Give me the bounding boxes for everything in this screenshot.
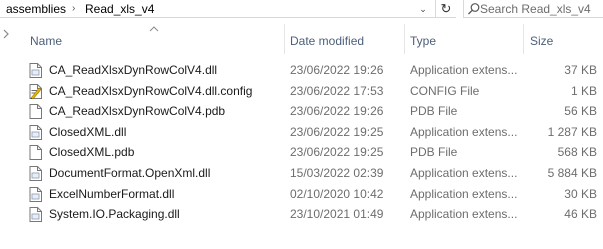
file-size: 46 KB: [564, 207, 597, 222]
dll-file-icon: [29, 124, 42, 140]
address-bar[interactable]: assemblies › Read_xls_v4 ⌄: [0, 0, 436, 18]
file-name: CA_ReadXlsxDynRowColV4.dll: [49, 63, 218, 77]
file-date-modified: 15/03/2022 02:39: [290, 165, 384, 180]
file-row[interactable]: System.IO.Packaging.dll 23/10/2021 01:49…: [0, 204, 603, 225]
address-dropdown-icon[interactable]: ⌄: [417, 3, 429, 15]
file-type: Application extens...: [410, 63, 518, 77]
file-row[interactable]: ClosedXML.dll 23/06/2022 19:25 Applicati…: [0, 122, 603, 143]
column-divider[interactable]: [523, 24, 524, 54]
file-name: CA_ReadXlsxDynRowColV4.dll.config: [49, 83, 253, 98]
sort-ascending-icon: [149, 26, 159, 32]
file-date-modified: 23/06/2022 19:26: [290, 63, 384, 77]
search-icon: [468, 3, 480, 15]
file-type: PDB File: [410, 145, 458, 160]
file-date-modified: 02/10/2020 10:42: [290, 186, 384, 201]
file-list: CA_ReadXlsxDynRowColV4.dll 23/06/2022 19…: [0, 60, 603, 225]
file-type: Application extens...: [410, 207, 518, 222]
file-row[interactable]: DocumentFormat.OpenXml.dll 15/03/2022 02…: [0, 163, 603, 184]
file-explorer-window: assemblies › Read_xls_v4 ⌄ ↻ Name Date m…: [0, 0, 603, 249]
file-row[interactable]: CA_ReadXlsxDynRowColV4.dll 23/06/2022 19…: [0, 60, 603, 81]
file-row[interactable]: ExcelNumberFormat.dll 02/10/2020 10:42 A…: [0, 184, 603, 205]
file-row[interactable]: CA_ReadXlsxDynRowColV4.pdb 23/06/2022 19…: [0, 101, 603, 122]
file-size: 56 KB: [564, 104, 597, 119]
column-headers: Name Date modified Type Size: [0, 22, 603, 58]
dll-file-icon: [29, 165, 42, 181]
file-type: Application extens...: [410, 186, 518, 201]
file-size: 37 KB: [564, 63, 597, 77]
dll-file-icon: [29, 207, 42, 223]
breadcrumb-separator[interactable]: ›: [72, 0, 75, 18]
toolbar: assemblies › Read_xls_v4 ⌄ ↻: [0, 0, 603, 20]
column-header-size[interactable]: Size: [530, 33, 553, 49]
column-header-date-modified[interactable]: Date modified: [290, 33, 364, 49]
file-date-modified: 23/06/2022 19:25: [290, 145, 384, 160]
breadcrumb-assemblies[interactable]: assemblies: [6, 0, 66, 18]
file-name: ExcelNumberFormat.dll: [49, 186, 175, 201]
pdb-file-icon: [29, 104, 42, 120]
file-name: ClosedXML.pdb: [49, 145, 135, 160]
file-name: ClosedXML.dll: [49, 124, 127, 139]
search-input[interactable]: [480, 0, 600, 17]
file-type: PDB File: [410, 104, 458, 119]
file-name: System.IO.Packaging.dll: [49, 207, 180, 222]
file-row[interactable]: CA_ReadXlsxDynRowColV4.dll.config 23/06/…: [0, 81, 603, 102]
file-size: 5 884 KB: [547, 165, 597, 180]
file-name: CA_ReadXlsxDynRowColV4.pdb: [49, 104, 226, 119]
file-date-modified: 23/06/2022 17:53: [290, 83, 384, 98]
file-row[interactable]: ClosedXML.pdb 23/06/2022 19:25 PDB File …: [0, 142, 603, 163]
file-size: 1 KB: [570, 83, 597, 98]
config-file-icon: [29, 83, 42, 99]
column-header-name[interactable]: Name: [30, 33, 62, 49]
file-date-modified: 23/06/2022 19:25: [290, 124, 384, 139]
file-size: 568 KB: [557, 145, 597, 160]
dll-file-icon: [29, 63, 42, 78]
file-date-modified: 23/10/2021 01:49: [290, 207, 384, 222]
file-size: 1 287 KB: [547, 124, 597, 139]
column-header-type[interactable]: Type: [410, 33, 436, 49]
refresh-button[interactable]: ↻: [436, 0, 456, 18]
column-divider[interactable]: [284, 24, 285, 54]
refresh-icon: ↻: [440, 1, 452, 16]
file-size: 30 KB: [564, 186, 597, 201]
file-name: DocumentFormat.OpenXml.dll: [49, 165, 211, 180]
breadcrumb-current-folder[interactable]: Read_xls_v4: [85, 0, 154, 18]
column-divider[interactable]: [404, 24, 405, 54]
dll-file-icon: [29, 186, 42, 202]
file-type: CONFIG File: [410, 83, 480, 98]
file-date-modified: 23/06/2022 19:26: [290, 104, 384, 119]
file-type: Application extens...: [410, 165, 518, 180]
search-box[interactable]: [463, 0, 603, 18]
file-type: Application extens...: [410, 124, 518, 139]
pdb-file-icon: [29, 145, 42, 161]
